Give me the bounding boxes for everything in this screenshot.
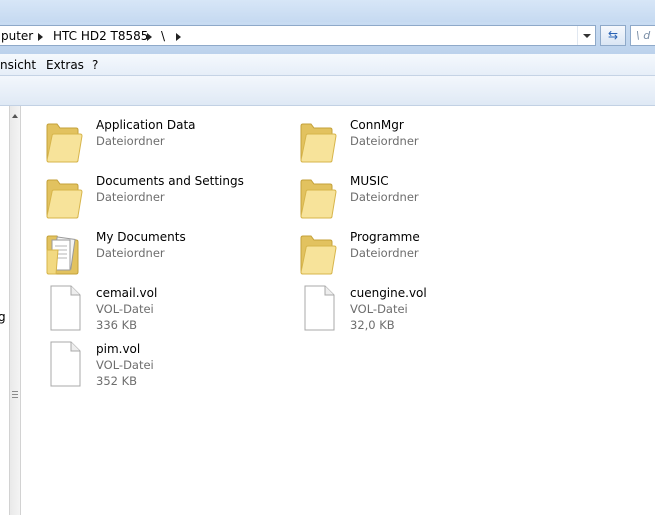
address-toolbar: puter HTC HD2 T8585 \ ⇆ \ d: [0, 22, 655, 54]
item-type: VOL-Datei: [350, 302, 408, 316]
list-item[interactable]: My Documents Dateiordner: [44, 228, 284, 278]
folder-icon: [300, 179, 337, 219]
item-name: ConnMgr: [350, 118, 404, 132]
file-icon: [304, 285, 335, 331]
list-item[interactable]: cemail.vol VOL-Datei 336 KB: [44, 284, 284, 334]
item-size: 336 KB: [96, 318, 138, 332]
breadcrumb-root[interactable]: \: [161, 29, 165, 43]
address-bar[interactable]: puter HTC HD2 T8585 \: [0, 25, 596, 46]
list-item[interactable]: ConnMgr Dateiordner: [298, 116, 538, 166]
folder-icon: [46, 123, 83, 163]
item-size: 32,0 KB: [350, 318, 395, 332]
item-type: Dateiordner: [350, 190, 419, 204]
menu-item-extras[interactable]: Extras: [46, 58, 84, 72]
list-item[interactable]: Documents and Settings Dateiordner: [44, 172, 284, 222]
command-bar: [0, 76, 655, 106]
address-dropdown-button[interactable]: [577, 26, 596, 45]
item-name: Documents and Settings: [96, 174, 244, 188]
item-type: VOL-Datei: [96, 358, 154, 372]
item-type: VOL-Datei: [96, 302, 154, 316]
item-type: Dateiordner: [96, 134, 165, 148]
item-type: Dateiordner: [350, 246, 419, 260]
menu-bar: nsicht Extras ?: [0, 54, 655, 76]
item-name: Programme: [350, 230, 420, 244]
navigation-pane[interactable]: g: [0, 106, 9, 515]
window-titlebar: [0, 0, 655, 22]
navpane-text-fragment: g: [0, 310, 6, 324]
list-item[interactable]: MUSIC Dateiordner: [298, 172, 538, 222]
folder-icon: [300, 123, 337, 163]
menu-item-ansicht[interactable]: nsicht: [0, 58, 36, 72]
breadcrumb-computer[interactable]: puter: [1, 29, 33, 43]
menu-item-help[interactable]: ?: [92, 58, 98, 72]
folder-icon: [46, 179, 83, 219]
item-name: Application Data: [96, 118, 196, 132]
list-item[interactable]: Application Data Dateiordner: [44, 116, 284, 166]
search-input[interactable]: \ d: [630, 25, 655, 46]
item-name: My Documents: [96, 230, 186, 244]
item-name: cuengine.vol: [350, 286, 427, 300]
item-type: Dateiordner: [96, 190, 165, 204]
list-item[interactable]: cuengine.vol VOL-Datei 32,0 KB: [298, 284, 538, 334]
folder-documents-icon: [46, 235, 79, 275]
list-item[interactable]: pim.vol VOL-Datei 352 KB: [44, 340, 284, 390]
folder-icon: [300, 235, 337, 275]
refresh-button[interactable]: ⇆: [600, 25, 626, 46]
refresh-icon: ⇆: [607, 28, 619, 42]
breadcrumb-separator-icon[interactable]: [176, 33, 181, 41]
breadcrumb-separator-icon[interactable]: [147, 33, 152, 41]
list-item[interactable]: Programme Dateiordner: [298, 228, 538, 278]
scroll-up-icon[interactable]: [12, 114, 18, 118]
file-icon: [50, 341, 81, 387]
item-type: Dateiordner: [96, 246, 165, 260]
navigation-scrollbar[interactable]: [9, 106, 21, 515]
scroll-grip-icon[interactable]: [12, 391, 18, 398]
breadcrumb-device[interactable]: HTC HD2 T8585: [53, 29, 148, 43]
item-name: MUSIC: [350, 174, 389, 188]
item-type: Dateiordner: [350, 134, 419, 148]
file-icon: [50, 285, 81, 331]
item-name: cemail.vol: [96, 286, 158, 300]
file-list: Application Data Dateiordner ConnMgr Dat…: [21, 106, 655, 515]
item-size: 352 KB: [96, 374, 138, 388]
item-name: pim.vol: [96, 342, 141, 356]
breadcrumb-separator-icon[interactable]: [38, 33, 43, 41]
